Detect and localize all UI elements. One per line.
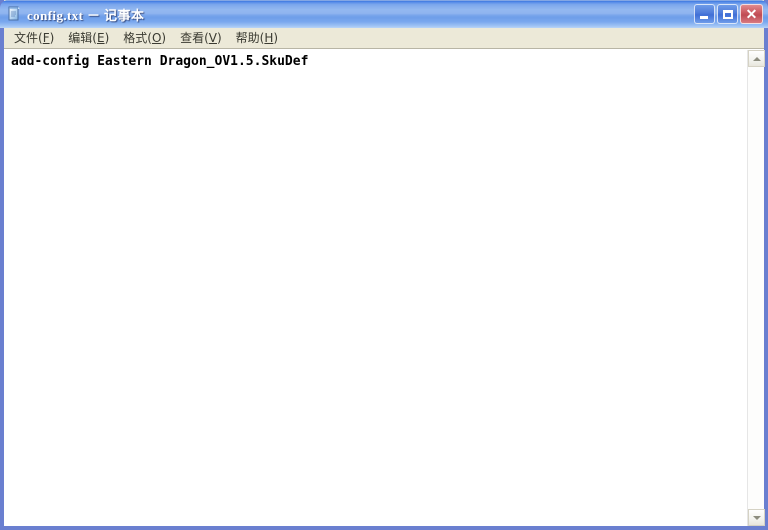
menu-bar: 文件(F) 编辑(E) 格式(O) 查看(V) 帮助(H) — [4, 28, 764, 49]
scroll-down-button[interactable] — [748, 509, 765, 526]
menu-file-mnemonic: F — [42, 30, 50, 45]
menu-edit-prefix: 编辑( — [68, 30, 97, 45]
window-title: config.txt － 记事本 — [27, 7, 145, 23]
maximize-icon — [718, 5, 737, 23]
menu-file-suffix: ) — [49, 30, 55, 45]
text-editor[interactable]: add-config Eastern Dragon_OV1.5.SkuDef — [4, 50, 747, 526]
menu-view-prefix: 查看( — [180, 30, 209, 45]
client-area: add-config Eastern Dragon_OV1.5.SkuDef — [4, 49, 765, 526]
maximize-button[interactable] — [717, 4, 738, 24]
menu-edit-suffix: ) — [104, 30, 110, 45]
menu-item-format[interactable]: 格式(O) — [116, 29, 173, 48]
menu-item-file[interactable]: 文件(F) — [7, 29, 61, 48]
editor-line: add-config Eastern Dragon_OV1.5.SkuDef — [11, 54, 309, 69]
menu-item-edit[interactable]: 编辑(E) — [61, 29, 116, 48]
window-controls: ✕ — [694, 4, 763, 24]
notepad-icon — [6, 6, 22, 22]
minimize-icon — [695, 5, 714, 23]
menu-item-view[interactable]: 查看(V) — [173, 29, 229, 48]
menu-format-mnemonic: O — [151, 30, 162, 45]
menu-view-mnemonic: V — [208, 30, 217, 45]
menu-help-suffix: ) — [273, 30, 279, 45]
notepad-window: config.txt － 记事本 ✕ 文件(F) 编辑(E) 格式(O) 查看(… — [0, 0, 768, 530]
vertical-scrollbar[interactable] — [747, 50, 765, 526]
menu-format-suffix: ) — [161, 30, 167, 45]
menu-view-suffix: ) — [216, 30, 222, 45]
chevron-down-icon — [752, 515, 761, 520]
minimize-button[interactable] — [694, 4, 715, 24]
menu-help-prefix: 帮助( — [235, 30, 265, 45]
menu-format-prefix: 格式( — [123, 30, 152, 45]
menu-item-help[interactable]: 帮助(H) — [229, 29, 285, 48]
menu-file-prefix: 文件( — [14, 30, 43, 45]
close-icon: ✕ — [745, 5, 758, 22]
chevron-up-icon — [752, 56, 761, 61]
scrollbar-track[interactable] — [748, 67, 764, 509]
title-bar[interactable]: config.txt － 记事本 ✕ — [0, 0, 768, 28]
menu-edit-mnemonic: E — [96, 30, 105, 45]
close-button[interactable]: ✕ — [740, 4, 763, 24]
scroll-up-button[interactable] — [748, 50, 765, 67]
